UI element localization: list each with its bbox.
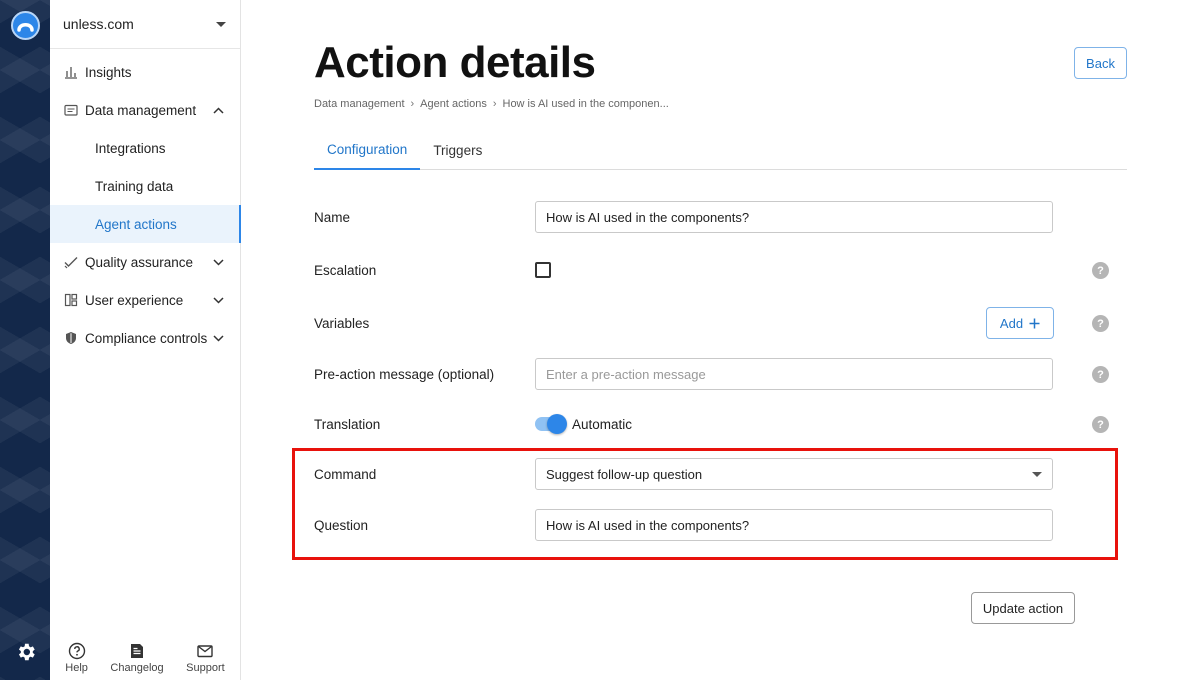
check-icon: [63, 254, 79, 270]
caret-down-icon: [216, 21, 226, 27]
toggle-knob: [547, 414, 567, 434]
add-label: Add: [999, 315, 1024, 331]
chevron-down-icon: [212, 332, 224, 344]
escalation-label: Escalation: [314, 262, 377, 278]
changelog-link[interactable]: Changelog: [110, 642, 164, 674]
sidebar-item-integrations[interactable]: Integrations: [50, 129, 240, 167]
plus-icon: [1029, 318, 1040, 328]
help-circle-icon: [68, 642, 85, 660]
chevron-down-icon: [212, 256, 224, 268]
form-row-variables: Variables Add ?: [314, 307, 1127, 339]
help-icon[interactable]: ?: [1092, 315, 1109, 332]
tab-bar: Configuration Triggers: [314, 130, 1127, 170]
mail-icon: [197, 645, 214, 658]
add-variable-button[interactable]: Add: [986, 307, 1054, 339]
escalation-checkbox[interactable]: [535, 262, 551, 278]
help-icon[interactable]: ?: [1092, 416, 1109, 433]
back-button[interactable]: Back: [1074, 47, 1127, 79]
highlight-box: [292, 448, 1118, 560]
sidebar-item-insights[interactable]: Insights: [50, 53, 240, 91]
chevron-down-icon: [212, 294, 224, 306]
help-icon[interactable]: ?: [1092, 366, 1109, 383]
folder-icon: [63, 102, 79, 118]
chevron-up-icon: [212, 104, 224, 116]
translation-toggle-label: Automatic: [572, 416, 633, 432]
translation-label: Translation: [314, 416, 381, 432]
document-icon: [131, 644, 144, 658]
tab-triggers[interactable]: Triggers: [420, 130, 495, 170]
pre-action-label: Pre-action message (optional): [314, 366, 495, 382]
sidebar: unless.com Insights Data management Inte…: [50, 0, 241, 680]
form-row-pre-action: Pre-action message (optional) Enter a pr…: [314, 358, 1127, 390]
tab-configuration[interactable]: Configuration: [314, 130, 421, 170]
app-rail: [0, 0, 50, 680]
form-row-escalation: Escalation ?: [314, 254, 1127, 286]
breadcrumb-item[interactable]: Data management: [314, 98, 405, 110]
sidebar-item-label: User experience: [85, 292, 184, 308]
help-label: Help: [65, 662, 88, 674]
sidebar-item-label: Quality assurance: [85, 254, 194, 270]
sidebar-footer: Help Changelog Support: [50, 642, 240, 674]
sidebar-item-data-management[interactable]: Data management: [50, 91, 240, 129]
variables-label: Variables: [314, 315, 370, 331]
workspace-name: unless.com: [63, 16, 134, 32]
sidebar-item-quality-assurance[interactable]: Quality assurance: [50, 243, 240, 281]
page-title: Action details: [314, 38, 596, 87]
name-input[interactable]: How is AI used in the components?: [535, 201, 1053, 233]
sidebar-item-label: Training data: [95, 178, 174, 194]
breadcrumb-separator: ›: [410, 98, 415, 110]
sidebar-item-label: Agent actions: [95, 216, 177, 232]
changelog-label: Changelog: [110, 662, 164, 674]
app-logo-icon[interactable]: [11, 11, 40, 40]
sidebar-item-compliance-controls[interactable]: Compliance controls: [50, 319, 240, 357]
form-row-name: Name How is AI used in the components?: [314, 201, 1127, 233]
sidebar-item-label: Insights: [85, 64, 132, 80]
breadcrumb-separator: ›: [492, 98, 497, 110]
sidebar-item-agent-actions[interactable]: Agent actions: [50, 205, 241, 243]
workspace-selector[interactable]: unless.com: [50, 0, 240, 49]
sidebar-item-training-data[interactable]: Training data: [50, 167, 240, 205]
form-row-translation: Translation Automatic ?: [314, 408, 1127, 440]
breadcrumb-item: How is AI used in the componen...: [502, 98, 669, 110]
layout-icon: [63, 292, 79, 308]
shield-icon: [63, 330, 79, 346]
sidebar-item-user-experience[interactable]: User experience: [50, 281, 240, 319]
help-link[interactable]: Help: [65, 642, 88, 674]
support-label: Support: [186, 662, 225, 674]
sidebar-item-label: Data management: [85, 102, 197, 118]
name-label: Name: [314, 209, 351, 225]
help-icon[interactable]: ?: [1092, 262, 1109, 279]
translation-toggle[interactable]: [535, 414, 567, 434]
breadcrumb: Data management › Agent actions › How is…: [314, 98, 669, 110]
chart-icon: [63, 64, 79, 80]
sidebar-item-label: Integrations: [95, 140, 166, 156]
settings-gear-icon[interactable]: [15, 641, 37, 663]
support-link[interactable]: Support: [186, 642, 225, 674]
pre-action-input[interactable]: Enter a pre-action message: [535, 358, 1053, 390]
sidebar-item-label: Compliance controls: [85, 330, 208, 346]
breadcrumb-item[interactable]: Agent actions: [420, 98, 487, 110]
main-content: Action details Back Data management › Ag…: [241, 0, 1200, 680]
update-action-button[interactable]: Update action: [971, 592, 1075, 624]
